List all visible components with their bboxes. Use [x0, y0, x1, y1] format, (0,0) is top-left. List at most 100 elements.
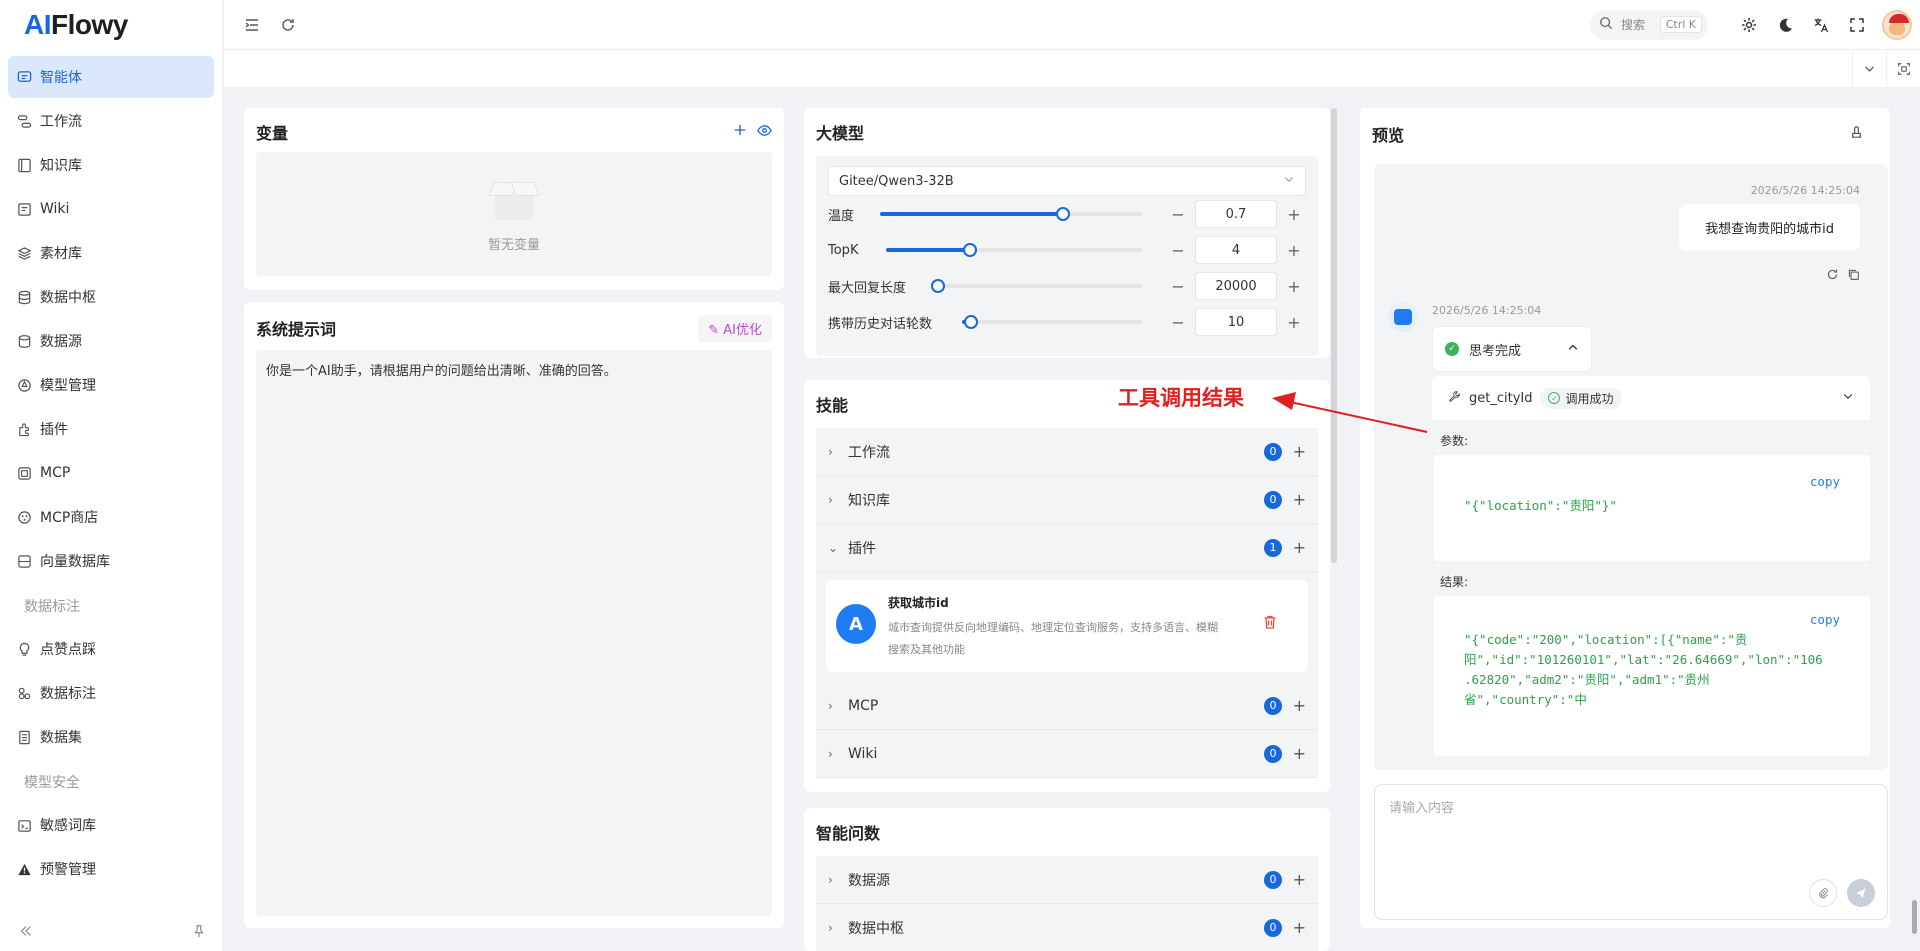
add-icon[interactable]: +	[1286, 490, 1306, 509]
chat-input[interactable]: 请输入内容	[1374, 784, 1888, 920]
qa-row-datasource[interactable]: › 数据源 0 +	[816, 856, 1318, 904]
regenerate-icon[interactable]	[1826, 268, 1839, 285]
ai-optimize-button[interactable]: ✎ AI优化	[698, 314, 772, 342]
slider-handle[interactable]	[931, 279, 946, 293]
sidebar-item-datasource[interactable]: 数据源	[8, 320, 214, 362]
dark-mode-icon[interactable]	[1772, 12, 1798, 38]
sidebar-item-plugin[interactable]: 插件	[8, 408, 214, 450]
collapse-sidebar-button[interactable]	[16, 921, 36, 941]
add-icon[interactable]: +	[1286, 744, 1306, 763]
refresh-icon[interactable]	[276, 13, 300, 37]
increment-button[interactable]: +	[1282, 205, 1306, 224]
sidebar-item-feedback[interactable]: 点赞点踩	[8, 628, 214, 670]
chevron-right-icon: ›	[828, 698, 833, 713]
param-value[interactable]: 20000	[1195, 272, 1277, 300]
copy-button[interactable]: copy	[1810, 610, 1840, 630]
copy-icon[interactable]	[1847, 268, 1860, 285]
sidebar-item-material[interactable]: 素材库	[8, 232, 214, 274]
param-history-turns: 携带历史对话轮数 −10 +	[828, 304, 1306, 340]
sidebar-item-dataset[interactable]: 数据集	[8, 716, 214, 758]
history-slider[interactable]	[962, 315, 1142, 329]
scan-icon[interactable]	[1886, 49, 1920, 88]
fullscreen-icon[interactable]	[1844, 12, 1870, 38]
menu-toggle-icon[interactable]	[240, 13, 264, 37]
add-icon[interactable]: +	[1286, 696, 1306, 715]
sidebar-item-warning[interactable]: 预警管理	[8, 848, 214, 890]
decrement-button[interactable]: −	[1166, 241, 1190, 260]
param-value[interactable]: 0.7	[1195, 200, 1277, 228]
sidebar-item-vector-db[interactable]: 向量数据库	[8, 540, 214, 582]
app-logo[interactable]: AI Flowy	[0, 0, 222, 50]
trash-icon[interactable]	[1262, 614, 1278, 634]
increment-button[interactable]: +	[1282, 313, 1306, 332]
search-shortcut: Ctrl K	[1659, 16, 1702, 33]
max-length-slider[interactable]	[931, 279, 1142, 293]
add-icon[interactable]	[733, 123, 747, 142]
topk-slider[interactable]	[886, 243, 1142, 257]
variables-empty-text: 暂无变量	[487, 237, 540, 253]
copy-button[interactable]: copy	[1810, 469, 1840, 494]
plugin-card[interactable]: A 获取城市id 城市查询提供反向地理编码、地理定位查询服务，支持多语言、模糊搜…	[826, 580, 1308, 672]
decrement-button[interactable]: −	[1166, 277, 1190, 296]
pin-icon[interactable]	[189, 921, 209, 941]
sidebar-item-agent[interactable]: 智能体	[8, 56, 214, 98]
nav-group-annotation: 数据标注	[24, 599, 80, 615]
search-input[interactable]: 搜索 Ctrl K	[1590, 9, 1708, 40]
magic-wand-icon: ✎	[708, 322, 724, 338]
clear-icon[interactable]	[1849, 125, 1864, 144]
param-name: TopK	[828, 242, 859, 258]
sidebar-item-workflow[interactable]: 工作流	[8, 100, 214, 142]
chevron-down-icon[interactable]	[1852, 49, 1886, 88]
avatar[interactable]	[1882, 9, 1912, 40]
status-badge: ✓ 调用成功	[1540, 387, 1622, 409]
slider-handle[interactable]	[963, 243, 978, 257]
increment-button[interactable]: +	[1282, 241, 1306, 260]
skill-row-mcp[interactable]: › MCP 0 +	[816, 682, 1318, 730]
sidebar-item-wiki[interactable]: Wiki	[8, 188, 214, 230]
count-badge: 0	[1264, 918, 1282, 937]
tab-row	[224, 49, 1920, 88]
add-icon[interactable]: +	[1286, 870, 1306, 889]
param-value[interactable]: 10	[1195, 308, 1277, 336]
attach-icon[interactable]	[1809, 879, 1837, 907]
count-badge: 0	[1264, 870, 1282, 889]
param-value[interactable]: 4	[1195, 236, 1277, 264]
sidebar-item-annotate[interactable]: 数据标注	[8, 672, 214, 714]
add-icon[interactable]: +	[1286, 918, 1306, 937]
sidebar-item-mcp-store[interactable]: MCP商店	[8, 496, 214, 538]
model-title: 大模型	[816, 124, 865, 143]
page-scrollbar[interactable]	[1912, 900, 1917, 934]
decrement-button[interactable]: −	[1166, 313, 1190, 332]
qa-row-data-hub[interactable]: › 数据中枢 0 +	[816, 904, 1318, 951]
translate-icon[interactable]	[1808, 12, 1834, 38]
skill-row-workflow[interactable]: › 工作流 0 +	[816, 428, 1318, 476]
model-select[interactable]: Gitee/Qwen3-32B	[828, 166, 1306, 196]
temperature-slider[interactable]	[880, 207, 1142, 221]
sidebar-item-mcp[interactable]: MCP	[8, 452, 214, 494]
sidebar-item-knowledge[interactable]: 知识库	[8, 144, 214, 186]
vector-db-icon	[16, 553, 32, 569]
sidebar-item-model[interactable]: 模型管理	[8, 364, 214, 406]
sidebar-item-data-hub[interactable]: 数据中枢	[8, 276, 214, 318]
annotate-icon	[16, 685, 32, 701]
skill-row-knowledge[interactable]: › 知识库 0 +	[816, 476, 1318, 524]
thinking-status[interactable]: ✓ 思考完成	[1432, 326, 1592, 372]
middle-scrollbar[interactable]	[1331, 108, 1337, 563]
gear-icon[interactable]	[1736, 12, 1762, 38]
add-icon[interactable]: +	[1286, 442, 1306, 461]
system-prompt-textarea[interactable]: 你是一个AI助手，请根据用户的问题给出清晰、准确的回答。	[256, 350, 772, 916]
tool-call-header[interactable]: get_cityId ✓ 调用成功	[1432, 376, 1870, 420]
decrement-button[interactable]: −	[1166, 205, 1190, 224]
eye-icon[interactable]	[757, 123, 772, 142]
chevron-right-icon: ›	[828, 492, 833, 507]
skill-row-wiki[interactable]: › Wiki 0 +	[816, 730, 1318, 778]
skill-row-plugin[interactable]: ⌄ 插件 1 +	[816, 524, 1318, 572]
add-icon[interactable]: +	[1286, 538, 1306, 557]
slider-handle[interactable]	[1056, 207, 1071, 221]
send-button[interactable]	[1847, 879, 1875, 907]
sidebar-item-sensitive[interactable]: 敏感词库	[8, 804, 214, 846]
skills-panel: 技能 › 工作流 0 + › 知识库 0 + ⌄ 插件 1 + A 获取城市id 城市查询提供反向…	[804, 380, 1330, 792]
increment-button[interactable]: +	[1282, 277, 1306, 296]
count-badge: 1	[1264, 538, 1282, 557]
slider-handle[interactable]	[964, 315, 978, 329]
